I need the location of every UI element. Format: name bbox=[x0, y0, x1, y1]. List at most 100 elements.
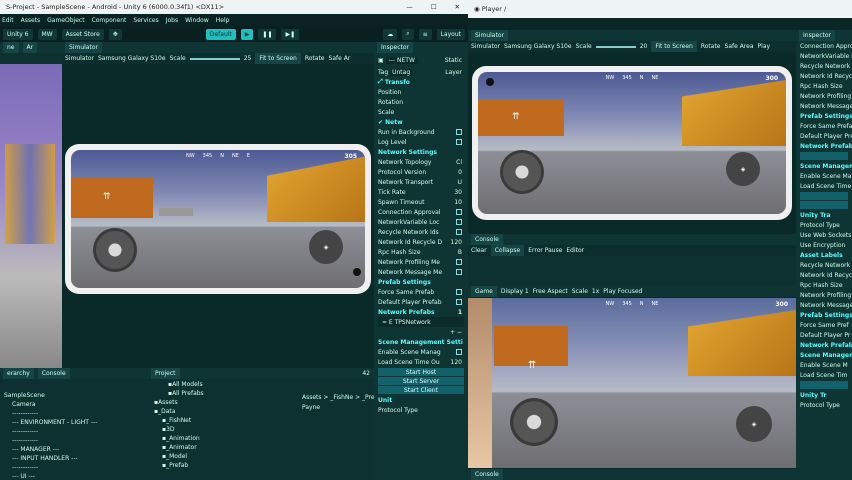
p-tab-inspector[interactable]: Inspector bbox=[799, 30, 835, 41]
p-game-screen[interactable]: NW 345 N NE 300 ◈ ⇈ bbox=[478, 72, 786, 214]
setting-value[interactable]: 0 bbox=[458, 169, 462, 176]
nm-checkbox[interactable] bbox=[456, 139, 462, 145]
p-play-mode[interactable]: Play bbox=[758, 43, 771, 50]
hierarchy-item[interactable]: SampleScene bbox=[0, 391, 148, 400]
prefab-checkbox[interactable] bbox=[456, 289, 462, 295]
tab-inspector[interactable]: Inspector bbox=[377, 42, 413, 53]
layers-icon[interactable]: ≡ bbox=[418, 28, 432, 40]
network-manager-header[interactable]: ✔ Netw bbox=[374, 117, 468, 127]
move-tool-icon[interactable]: ✥ bbox=[108, 28, 122, 40]
safe-area-toggle[interactable]: Safe Ar bbox=[329, 55, 351, 62]
static-toggle[interactable]: Static bbox=[445, 57, 462, 64]
setting-checkbox[interactable] bbox=[456, 209, 462, 215]
p-sim-device[interactable]: Samsung Galaxy S10e bbox=[504, 43, 572, 50]
g-joystick[interactable] bbox=[510, 398, 558, 446]
collapse-toggle[interactable]: Collapse bbox=[490, 245, 525, 256]
setting-checkbox[interactable] bbox=[456, 269, 462, 275]
p-fit-button[interactable]: Fit to Screen bbox=[651, 41, 697, 52]
setting-checkbox[interactable] bbox=[456, 219, 462, 225]
project-folder[interactable]: ▪ _Prefab bbox=[148, 461, 228, 470]
enable-scene-checkbox[interactable] bbox=[456, 349, 462, 355]
p-action-button[interactable]: ◈ bbox=[726, 152, 760, 186]
p-sprint-icon[interactable]: ⇈ bbox=[512, 112, 520, 122]
start-client-button[interactable]: Start Client bbox=[378, 386, 464, 394]
game-view[interactable]: NW 345 N NE 300 ◈ ⇈ bbox=[468, 298, 796, 468]
tag-dropdown[interactable]: Untag bbox=[390, 68, 413, 76]
hierarchy-item[interactable]: ------------ bbox=[0, 409, 148, 418]
start-host-button[interactable]: Start Host bbox=[378, 368, 464, 376]
hierarchy-item[interactable]: --- UI --- bbox=[0, 472, 148, 480]
joystick[interactable] bbox=[93, 228, 137, 272]
scale-slider[interactable] bbox=[189, 57, 240, 60]
p-joystick[interactable] bbox=[500, 150, 544, 194]
project-folder[interactable]: ▪ All Models bbox=[148, 380, 228, 389]
p-safe-toggle[interactable]: Safe Area bbox=[725, 43, 754, 50]
setting-checkbox[interactable] bbox=[456, 259, 462, 265]
p-button-slot[interactable] bbox=[800, 381, 848, 389]
setting-value[interactable]: 120 bbox=[451, 239, 462, 246]
menu-services[interactable]: Services bbox=[133, 17, 158, 24]
sim-device-dropdown[interactable]: Samsung Galaxy S10e bbox=[98, 55, 166, 62]
layout-dropdown[interactable]: Layout bbox=[436, 28, 465, 40]
tab-project[interactable]: Project bbox=[151, 368, 180, 379]
tab-console[interactable]: Console bbox=[37, 368, 70, 379]
p-button-slot[interactable] bbox=[800, 201, 848, 209]
sim-mode-dropdown[interactable]: Simulator bbox=[65, 55, 94, 62]
add-remove-icon[interactable]: + − bbox=[450, 329, 462, 336]
default-dropdown[interactable]: Default bbox=[205, 28, 236, 40]
sprint-icon[interactable]: ⇈ bbox=[103, 192, 111, 202]
maximize-icon[interactable]: ☐ bbox=[431, 3, 437, 11]
search-icon[interactable]: ⌕ bbox=[402, 28, 414, 40]
file-item[interactable]: Payne bbox=[298, 402, 374, 412]
start-server-button[interactable]: Start Server bbox=[378, 377, 464, 385]
prefab-checkbox[interactable] bbox=[456, 299, 462, 305]
setting-value[interactable]: Cl bbox=[456, 159, 462, 166]
menu-jobs[interactable]: Jobs bbox=[166, 17, 178, 24]
project-folder[interactable]: ▪ _Animation bbox=[148, 434, 228, 443]
project-folder[interactable]: ▪ Assets bbox=[148, 398, 228, 407]
tab-game[interactable]: Game bbox=[471, 286, 497, 297]
close-icon[interactable]: ✕ bbox=[455, 3, 460, 11]
mw-button[interactable]: MW bbox=[37, 28, 57, 40]
minimize-icon[interactable]: — bbox=[406, 3, 413, 11]
hierarchy-item[interactable]: ------------ bbox=[0, 427, 148, 436]
p-rotate-button[interactable]: Rotate bbox=[701, 43, 721, 50]
project-folder[interactable]: ▪ All Prefabs bbox=[148, 389, 228, 398]
setting-value[interactable]: 30 bbox=[454, 189, 462, 196]
transform-header[interactable]: ⤢ Transfo bbox=[374, 77, 468, 87]
project-folder[interactable]: ▪ _Animator bbox=[148, 443, 228, 452]
tab-scene[interactable]: ne bbox=[3, 42, 19, 53]
project-folder[interactable]: ▪ _FishNet bbox=[148, 416, 228, 425]
nm-checkbox[interactable] bbox=[456, 129, 462, 135]
setting-value[interactable]: U bbox=[458, 179, 462, 186]
project-breadcrumb[interactable]: Assets > _FishNe > _Prefab bbox=[298, 392, 374, 402]
display-dropdown[interactable]: Display 1 bbox=[501, 288, 529, 295]
hierarchy-item[interactable]: Camera bbox=[0, 400, 148, 409]
setting-checkbox[interactable] bbox=[456, 229, 462, 235]
hierarchy-item[interactable]: --- INPUT HANDLER --- bbox=[0, 454, 148, 463]
p-prefab-slot[interactable] bbox=[800, 152, 848, 160]
prefab-list-item[interactable]: = E TPSNetwork bbox=[378, 317, 464, 327]
menu-component[interactable]: Component bbox=[92, 17, 127, 24]
p-button-slot[interactable] bbox=[800, 192, 848, 200]
hierarchy-item[interactable]: --- MANAGER --- bbox=[0, 445, 148, 454]
menu-edit[interactable]: Edit bbox=[2, 17, 14, 24]
editor-dropdown[interactable]: Editor bbox=[566, 247, 584, 254]
setting-value[interactable]: B bbox=[458, 249, 462, 256]
menu-help[interactable]: Help bbox=[216, 17, 230, 24]
menu-gameobject[interactable]: GameObject bbox=[47, 17, 84, 24]
menu-window[interactable]: Window bbox=[185, 17, 209, 24]
project-folder[interactable]: ▪ 3D bbox=[148, 425, 228, 434]
tab-simulator[interactable]: Simulator bbox=[65, 42, 102, 53]
p-sim-mode[interactable]: Simulator bbox=[471, 43, 500, 50]
hierarchy-item[interactable]: ------------ bbox=[0, 463, 148, 472]
fit-to-screen-button[interactable]: Fit to Screen bbox=[255, 53, 301, 64]
rotate-button[interactable]: Rotate bbox=[305, 55, 325, 62]
step-button[interactable]: ▶❚ bbox=[281, 28, 300, 40]
error-pause-toggle[interactable]: Error Pause bbox=[528, 247, 562, 254]
tab-hierarchy[interactable]: erarchy bbox=[3, 368, 34, 379]
tab-animator[interactable]: Ar bbox=[22, 42, 38, 53]
object-name-field[interactable]: --- NETW bbox=[385, 56, 418, 64]
p-scale-slider[interactable] bbox=[595, 45, 636, 48]
asset-store-button[interactable]: Asset Store bbox=[61, 28, 104, 40]
